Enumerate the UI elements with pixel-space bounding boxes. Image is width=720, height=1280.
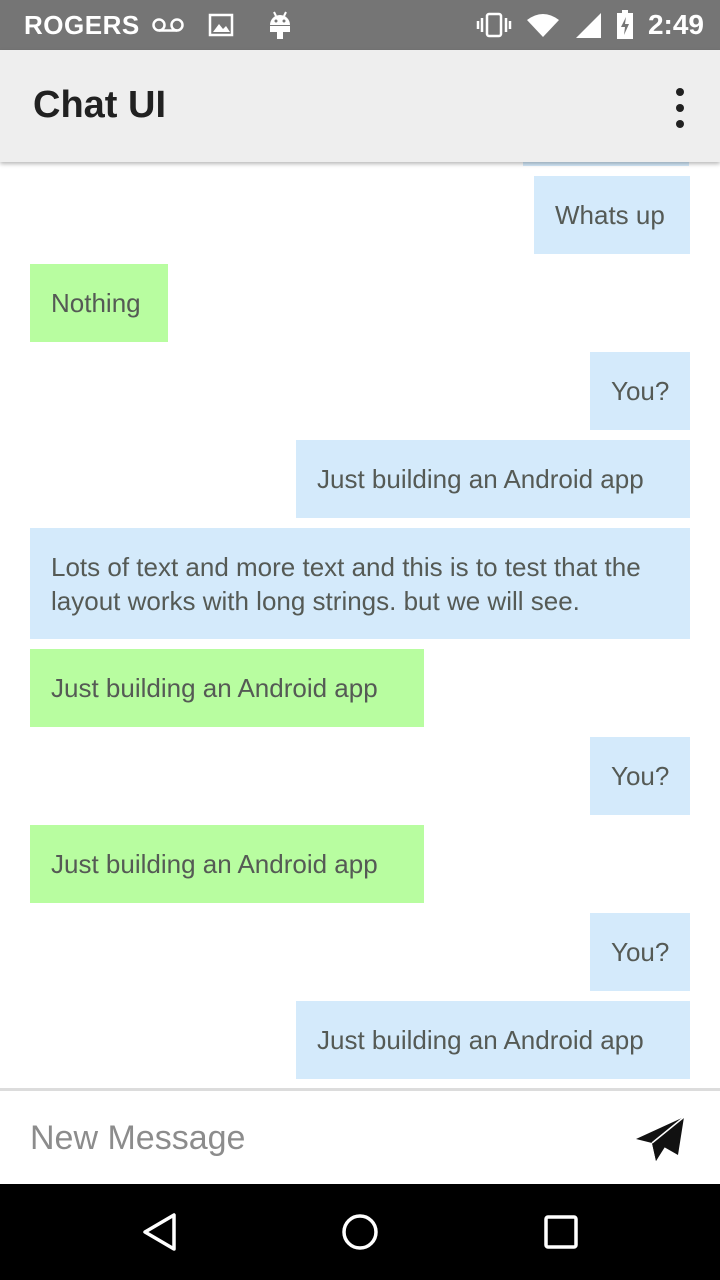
carrier-name: ROGERS: [24, 9, 140, 40]
message-bubble: [523, 162, 689, 166]
message-bubble: Lots of text and more text and this is t…: [30, 528, 690, 639]
message-bubble: You?: [590, 737, 690, 815]
app-title: Chat UI: [33, 84, 166, 126]
message-bubble: You?: [590, 352, 690, 430]
message-bubble: Just building an Android app: [296, 440, 690, 518]
signal-icon: [574, 11, 602, 39]
back-button[interactable]: [140, 1212, 180, 1252]
overflow-dot: [676, 104, 684, 112]
send-button[interactable]: [634, 1115, 686, 1163]
message-text: Nothing: [51, 288, 141, 318]
back-icon: [143, 1213, 176, 1251]
message-text: Just building an Android app: [51, 849, 378, 879]
clock: 2:49: [647, 9, 704, 40]
home-icon: [342, 1214, 378, 1250]
home-button[interactable]: [340, 1212, 380, 1252]
message-bubble: Just building an Android app: [296, 1001, 690, 1079]
message-bubble: Just building an Android app: [30, 649, 424, 727]
message-text: Just building an Android app: [51, 673, 378, 703]
message-text: You?: [611, 761, 670, 791]
message-bubble: You?: [590, 913, 690, 991]
overflow-dot: [676, 88, 684, 96]
vibrate-icon: [476, 12, 512, 38]
new-message-input[interactable]: [30, 1111, 590, 1165]
message-list[interactable]: Whats up Nothing You? Just building an A…: [0, 162, 720, 1088]
message-text: You?: [611, 376, 670, 406]
message-text: Just building an Android app: [317, 464, 644, 494]
message-composer: [0, 1091, 720, 1184]
android-icon: [268, 10, 292, 40]
more-vert-icon[interactable]: [670, 88, 690, 128]
message-bubble: Just building an Android app: [30, 825, 424, 903]
image-icon: [208, 12, 234, 38]
recents-button[interactable]: [541, 1212, 581, 1252]
system-nav-bar: [0, 1184, 720, 1280]
wifi-icon: [526, 12, 560, 38]
overflow-dot: [676, 120, 684, 128]
message-bubble: Whats up: [534, 176, 690, 254]
voicemail-icon: [151, 17, 184, 33]
battery-charging-icon: [616, 10, 634, 40]
recents-icon: [544, 1215, 578, 1249]
message-bubble: Nothing: [30, 264, 168, 342]
message-text: Whats up: [555, 200, 665, 230]
message-text: Just building an Android app: [317, 1025, 644, 1055]
status-bar: ROGERS 2:49: [0, 0, 720, 50]
send-icon: [636, 1116, 685, 1161]
message-text: Lots of text and more text and this is t…: [51, 551, 641, 616]
app-bar: Chat UI: [0, 50, 720, 162]
message-text: You?: [611, 937, 670, 967]
